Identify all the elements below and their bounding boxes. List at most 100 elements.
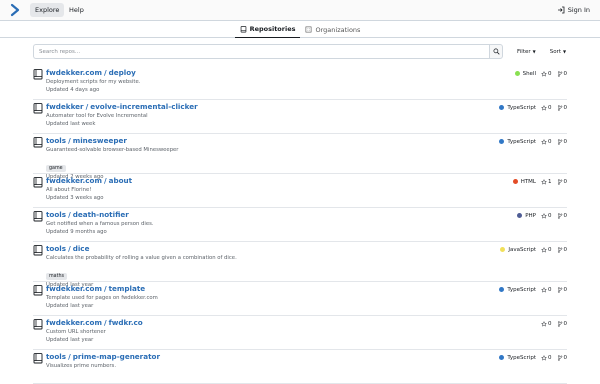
- repo-stars[interactable]: 0: [541, 287, 552, 293]
- repo-owner-link[interactable]: tools: [46, 244, 66, 253]
- search-input[interactable]: [33, 44, 489, 59]
- repo-owner-link[interactable]: fwdekker.com: [46, 68, 102, 77]
- repo-owner-link[interactable]: tools: [46, 210, 66, 219]
- fork-icon: [557, 104, 562, 111]
- language-color-dot: [499, 287, 505, 292]
- nav-help[interactable]: Help: [64, 3, 89, 17]
- repo-stars[interactable]: 0: [541, 355, 552, 361]
- repo-title[interactable]: fwdekker / evolve-incremental-clicker: [46, 102, 567, 112]
- repo-title[interactable]: tools / minesweeper: [46, 136, 567, 146]
- repo-forks-count: 0: [563, 178, 568, 185]
- repo-owner-link[interactable]: fwdekker: [46, 102, 84, 111]
- repo-stars-count: 0: [548, 246, 552, 253]
- repo-title[interactable]: tools / dice: [46, 244, 567, 254]
- repo-name-link[interactable]: about: [109, 176, 133, 185]
- repo-language: TypeScript: [499, 287, 536, 293]
- repo-forks-count: 0: [563, 286, 568, 293]
- repo-owner-link[interactable]: fwdekker.com: [46, 318, 102, 327]
- language-color-dot: [517, 213, 523, 218]
- repo-forks[interactable]: 0: [557, 354, 567, 361]
- repo-forks[interactable]: 0: [557, 139, 567, 145]
- repo-title[interactable]: tools / prime-map-generator: [46, 352, 567, 362]
- repo-language-label: TypeScript: [507, 286, 536, 293]
- fork-icon: [557, 320, 562, 327]
- repo-forks[interactable]: 0: [557, 286, 568, 293]
- tab-organizations[interactable]: Organizations: [300, 21, 365, 38]
- repo-description: Calculates the probability of rolling a …: [46, 255, 237, 261]
- repo-language-label: HTML: [520, 178, 536, 185]
- fork-icon: [557, 246, 562, 253]
- repo-owner-link[interactable]: fwdekker.com: [46, 176, 102, 185]
- repo-name-link[interactable]: deploy: [109, 68, 136, 77]
- language-color-dot: [499, 139, 505, 144]
- repo-title[interactable]: fwdekker.com / deploy: [46, 68, 567, 78]
- repo-name-link[interactable]: prime-map-generator: [73, 352, 160, 361]
- star-icon: [541, 286, 547, 293]
- repo-language: Shell: [514, 71, 536, 77]
- repo-updated-time: Updated 4 days ago: [46, 87, 100, 93]
- organization-icon: [306, 26, 312, 33]
- repo-updated-time: Updated last week: [46, 121, 96, 127]
- repo-updated-time: Updated 9 months ago: [46, 229, 107, 235]
- repo-title[interactable]: fwdekker.com / about: [46, 176, 567, 186]
- repo-stars[interactable]: 0: [541, 247, 552, 253]
- repo-name-link[interactable]: minesweeper: [73, 136, 127, 145]
- chevron-down-icon: ▼: [562, 49, 567, 54]
- repo-icon: [33, 285, 43, 296]
- repo-name-link[interactable]: death-notifier: [73, 210, 129, 219]
- repo-stars[interactable]: 0: [541, 139, 552, 145]
- chevron-down-icon: ▼: [532, 49, 536, 54]
- repo-title[interactable]: fwdekker.com / fwdkr.co: [46, 318, 567, 328]
- repo-forks[interactable]: 0: [557, 104, 567, 111]
- repo-meta: PHP 0 0: [517, 211, 567, 220]
- logo-icon[interactable]: [8, 3, 22, 17]
- search-button[interactable]: [489, 44, 503, 59]
- tab-repositories[interactable]: Repositories: [234, 21, 301, 38]
- fork-icon: [557, 178, 562, 185]
- repo-stars[interactable]: 0: [541, 105, 552, 111]
- repo-title[interactable]: tools / death-notifier: [46, 210, 567, 220]
- path-separator: /: [103, 318, 107, 327]
- path-separator: /: [68, 210, 71, 219]
- repo-stars[interactable]: 0: [541, 71, 552, 77]
- repo-forks[interactable]: 0: [557, 70, 567, 77]
- repo-stars-count: 0: [548, 104, 552, 111]
- repo-name-link[interactable]: evolve-incremental-clicker: [90, 102, 197, 111]
- path-separator: /: [103, 68, 107, 77]
- repo-name-link[interactable]: dice: [73, 244, 90, 253]
- repo-name-link[interactable]: template: [109, 284, 146, 293]
- language-color-dot: [512, 179, 518, 184]
- filter-dropdown[interactable]: Filter ▼: [517, 49, 536, 55]
- sign-in-icon: [557, 6, 565, 14]
- path-separator: /: [68, 136, 71, 145]
- fork-icon: [557, 70, 562, 77]
- repo-topic-badge[interactable]: game: [46, 165, 66, 172]
- sign-in-link[interactable]: Sign In: [557, 3, 590, 17]
- sort-dropdown[interactable]: Sort ▼: [550, 49, 566, 55]
- repo-description: Visualizes prime numbers.: [46, 363, 116, 369]
- repo-stars-count: 0: [548, 70, 552, 77]
- repo-list-item: fwdekker / evolve-incremental-clicker Autom…: [33, 100, 567, 134]
- repo-name-link[interactable]: fwdkr.co: [109, 318, 143, 327]
- repo-forks[interactable]: 0: [557, 178, 568, 185]
- repo-language-label: PHP: [525, 212, 536, 219]
- repo-owner-link[interactable]: tools: [46, 352, 66, 361]
- path-separator: /: [68, 352, 71, 361]
- path-separator: /: [103, 176, 107, 185]
- fork-icon: [557, 354, 562, 361]
- repo-stars-count: 0: [548, 320, 552, 327]
- repo-forks[interactable]: 0: [557, 246, 567, 253]
- repo-description: Automater tool for Evolve Incremental: [46, 113, 148, 119]
- repo-topic-badge[interactable]: maths: [46, 273, 68, 280]
- repo-language-label: TypeScript: [507, 138, 536, 145]
- nav-explore[interactable]: Explore: [30, 3, 65, 17]
- repo-stars[interactable]: 0: [541, 213, 552, 219]
- repo-title[interactable]: fwdekker.com / template: [46, 284, 567, 294]
- repo-owner-link[interactable]: fwdekker.com: [46, 284, 102, 293]
- repo-stars[interactable]: 0: [541, 321, 552, 327]
- repo-stars[interactable]: 1: [541, 179, 552, 185]
- repo-forks[interactable]: 0: [557, 320, 567, 327]
- repo-forks[interactable]: 0: [557, 213, 567, 219]
- repo-stars-count: 0: [548, 354, 552, 361]
- repo-owner-link[interactable]: tools: [46, 136, 66, 145]
